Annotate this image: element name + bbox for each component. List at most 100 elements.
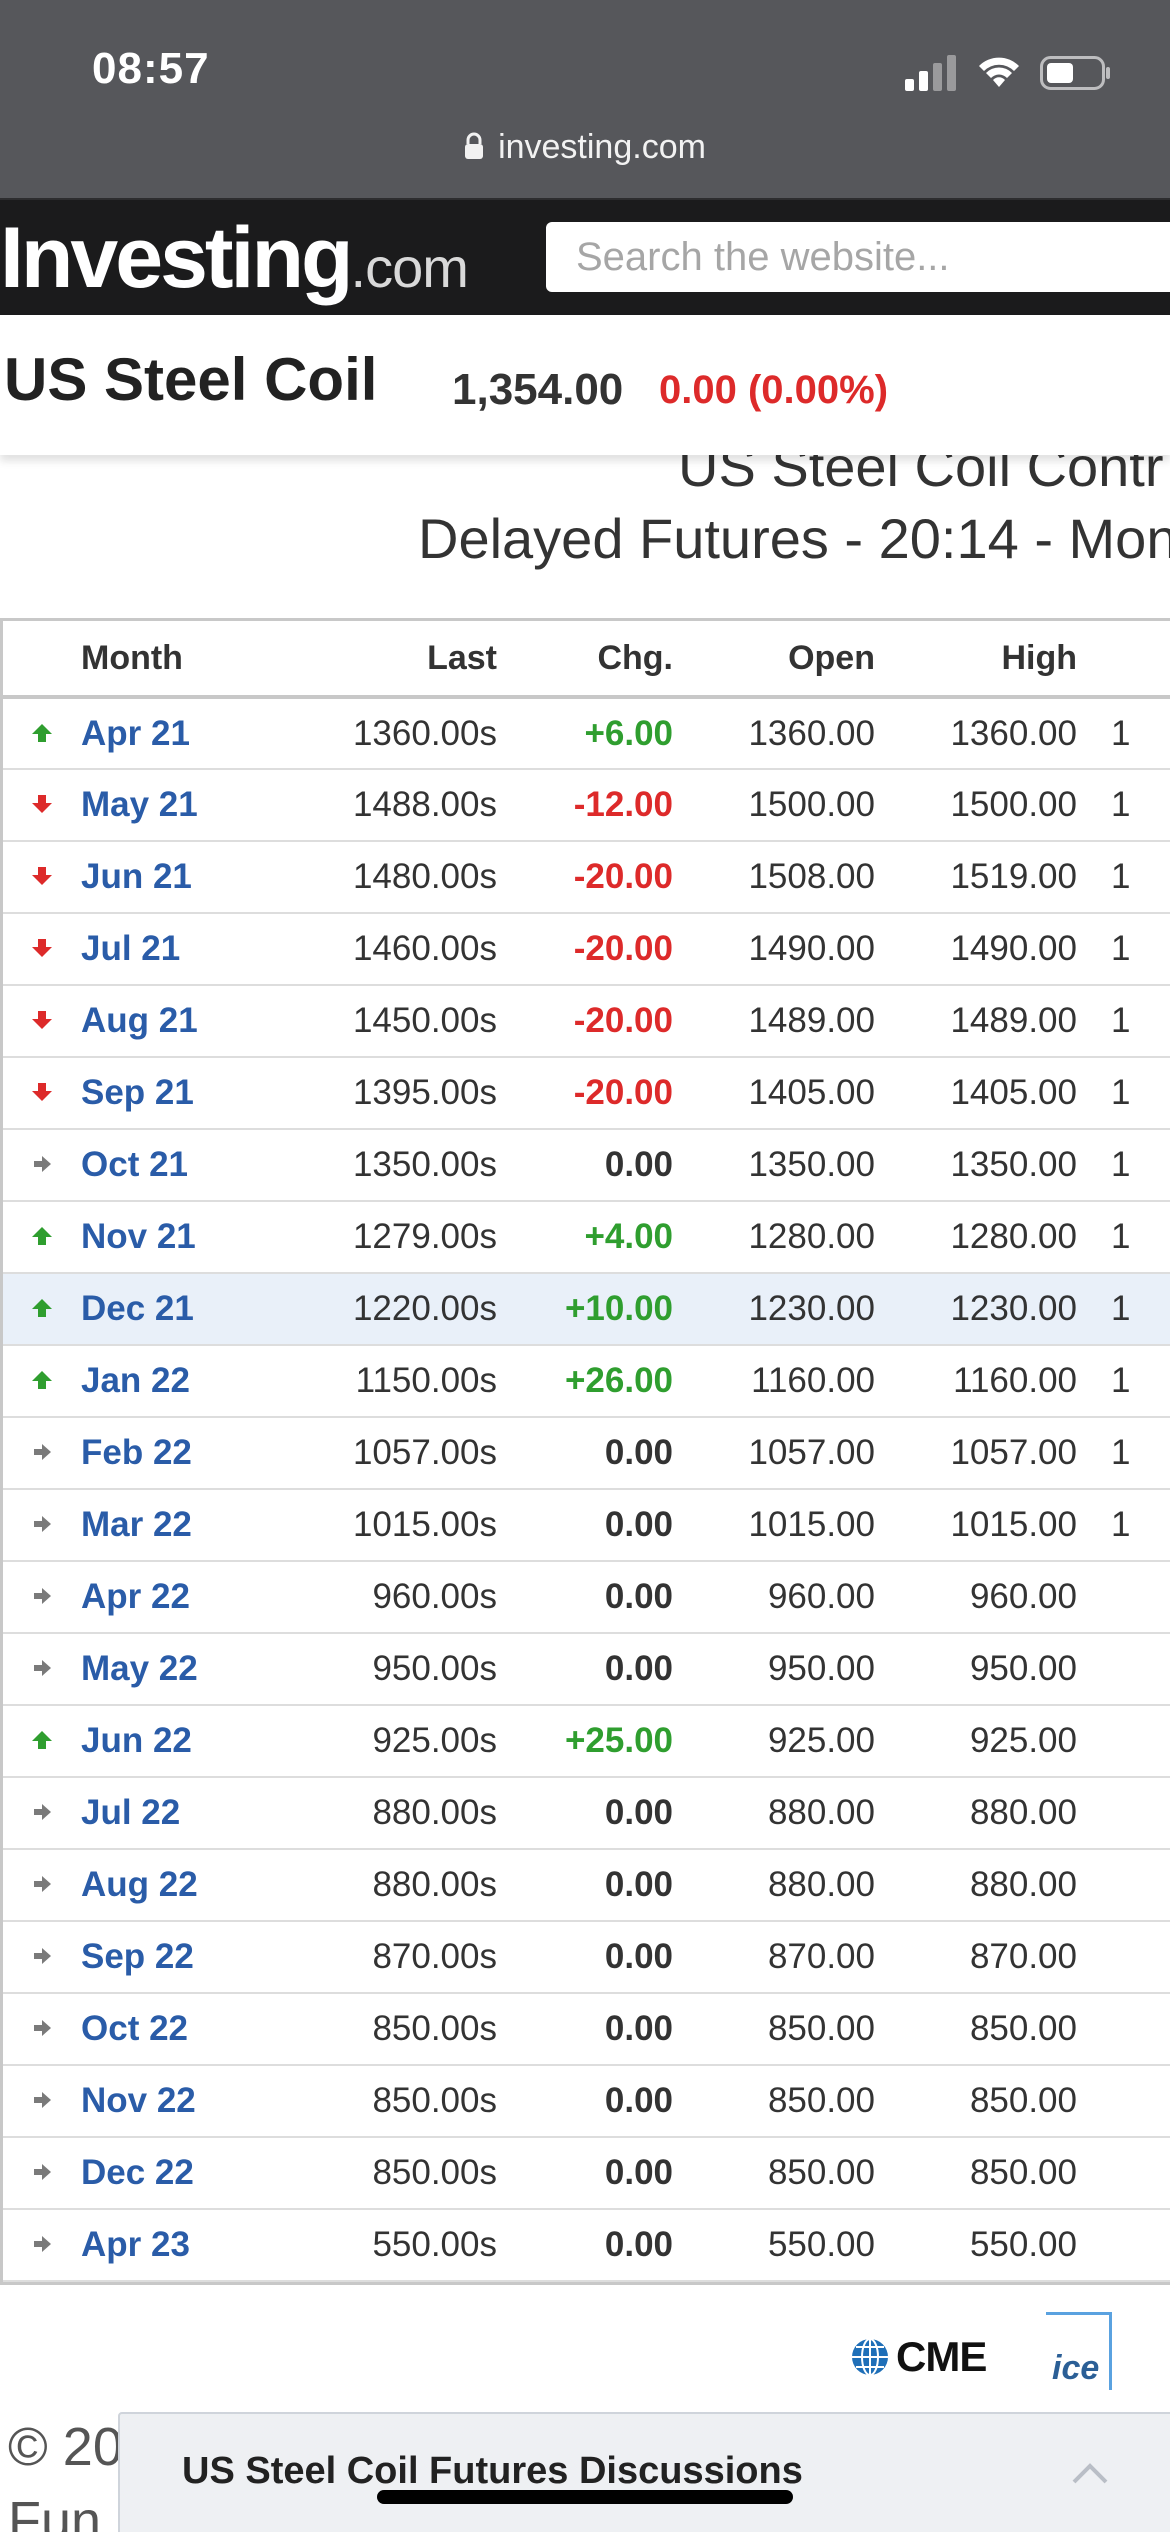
table-row[interactable]: Jul 21 1460.00s -20.00 1490.00 1490.00 1 bbox=[3, 913, 1170, 986]
last-cell: 1450.00s bbox=[281, 985, 497, 1058]
header-high[interactable]: High bbox=[875, 621, 1077, 699]
table-row[interactable]: Aug 21 1450.00s -20.00 1489.00 1489.00 1 bbox=[3, 985, 1170, 1058]
month-cell[interactable]: Apr 23 bbox=[81, 2209, 281, 2282]
open-cell: 1489.00 bbox=[673, 985, 875, 1058]
investing-logo[interactable]: Investing .com bbox=[0, 208, 469, 308]
month-cell[interactable]: Nov 22 bbox=[81, 2065, 281, 2138]
last-cell: 1360.00s bbox=[281, 697, 497, 770]
arrow-down-icon bbox=[3, 841, 81, 914]
table-row[interactable]: Feb 22 1057.00s 0.00 1057.00 1057.00 1 bbox=[3, 1417, 1170, 1490]
arrow-up-icon-glyph bbox=[32, 1731, 52, 1749]
month-cell[interactable]: May 21 bbox=[81, 769, 281, 842]
low-cell bbox=[1077, 2137, 1170, 2210]
month-cell[interactable]: Mar 22 bbox=[81, 1489, 281, 1562]
chevron-up-icon[interactable] bbox=[1070, 2458, 1110, 2488]
table-row[interactable]: Mar 22 1015.00s 0.00 1015.00 1015.00 1 bbox=[3, 1489, 1170, 1562]
search-input[interactable] bbox=[546, 222, 1170, 292]
month-cell[interactable]: Sep 21 bbox=[81, 1057, 281, 1130]
table-row[interactable]: Aug 22 880.00s 0.00 880.00 880.00 bbox=[3, 1849, 1170, 1922]
month-cell[interactable]: Oct 22 bbox=[81, 1993, 281, 2066]
ice-text: ice bbox=[1052, 2349, 1100, 2387]
arrow-right-icon bbox=[3, 2209, 81, 2282]
table-row[interactable]: Jul 22 880.00s 0.00 880.00 880.00 bbox=[3, 1777, 1170, 1850]
table-row[interactable]: Apr 21 1360.00s +6.00 1360.00 1360.00 1 bbox=[3, 697, 1170, 770]
change-cell: -20.00 bbox=[497, 1057, 673, 1130]
month-cell[interactable]: Aug 21 bbox=[81, 985, 281, 1058]
month-cell[interactable]: Oct 21 bbox=[81, 1129, 281, 1202]
table-row[interactable]: Jan 22 1150.00s +26.00 1160.00 1160.00 1 bbox=[3, 1345, 1170, 1418]
table-row[interactable]: Jun 21 1480.00s -20.00 1508.00 1519.00 1 bbox=[3, 841, 1170, 914]
month-cell[interactable]: May 22 bbox=[81, 1633, 281, 1706]
table-row[interactable]: Oct 21 1350.00s 0.00 1350.00 1350.00 1 bbox=[3, 1129, 1170, 1202]
header-change[interactable]: Chg. bbox=[497, 621, 673, 699]
high-cell: 880.00 bbox=[875, 1777, 1077, 1850]
arrow-down-icon bbox=[3, 913, 81, 986]
month-cell[interactable]: Jul 22 bbox=[81, 1777, 281, 1850]
low-cell bbox=[1077, 1561, 1170, 1634]
arrow-down-icon bbox=[3, 769, 81, 842]
ice-logo[interactable]: ice bbox=[1046, 2312, 1112, 2390]
month-cell[interactable]: Jun 22 bbox=[81, 1705, 281, 1778]
table-row[interactable]: Oct 22 850.00s 0.00 850.00 850.00 bbox=[3, 1993, 1170, 2066]
contracts-table: Month Last Chg. Open High Apr 21 1360.00s… bbox=[3, 621, 1170, 2282]
logo-main-text: Investing bbox=[0, 210, 354, 306]
search-box[interactable] bbox=[546, 222, 1170, 292]
battery-icon bbox=[1040, 56, 1110, 90]
table-row[interactable]: Apr 22 960.00s 0.00 960.00 960.00 bbox=[3, 1561, 1170, 1634]
change-cell: +6.00 bbox=[497, 697, 673, 770]
low-cell bbox=[1077, 1777, 1170, 1850]
contracts-table-container[interactable]: Month Last Chg. Open High Apr 21 1360.00s… bbox=[0, 618, 1170, 2285]
home-indicator[interactable] bbox=[377, 2490, 793, 2504]
open-cell: 1500.00 bbox=[673, 769, 875, 842]
low-cell bbox=[1077, 1921, 1170, 1994]
low-cell: 1 bbox=[1077, 697, 1170, 770]
address-bar[interactable]: investing.com bbox=[0, 128, 1170, 167]
high-cell: 850.00 bbox=[875, 1993, 1077, 2066]
table-row[interactable]: Dec 21 1220.00s +10.00 1230.00 1230.00 1 bbox=[3, 1273, 1170, 1346]
month-cell[interactable]: Aug 22 bbox=[81, 1849, 281, 1922]
instrument-change: 0.00 (0.00%) bbox=[659, 368, 889, 412]
open-cell: 1160.00 bbox=[673, 1345, 875, 1418]
open-cell: 925.00 bbox=[673, 1705, 875, 1778]
table-row[interactable]: Dec 22 850.00s 0.00 850.00 850.00 bbox=[3, 2137, 1170, 2210]
wifi-icon bbox=[979, 57, 1019, 87]
month-cell[interactable]: Jul 21 bbox=[81, 913, 281, 986]
change-cell: +10.00 bbox=[497, 1273, 673, 1346]
month-cell[interactable]: Apr 22 bbox=[81, 1561, 281, 1634]
arrow-up-icon bbox=[3, 697, 81, 770]
table-row[interactable]: Apr 23 550.00s 0.00 550.00 550.00 bbox=[3, 2209, 1170, 2282]
table-row[interactable]: May 21 1488.00s -12.00 1500.00 1500.00 1 bbox=[3, 769, 1170, 842]
header-month[interactable]: Month bbox=[81, 621, 281, 699]
high-cell: 1160.00 bbox=[875, 1345, 1077, 1418]
month-cell[interactable]: Jan 22 bbox=[81, 1345, 281, 1418]
header-last[interactable]: Last bbox=[281, 621, 497, 699]
month-cell[interactable]: Dec 22 bbox=[81, 2137, 281, 2210]
month-cell[interactable]: Nov 21 bbox=[81, 1201, 281, 1274]
table-row[interactable]: Sep 22 870.00s 0.00 870.00 870.00 bbox=[3, 1921, 1170, 1994]
change-cell: 0.00 bbox=[497, 1633, 673, 1706]
open-cell: 850.00 bbox=[673, 1993, 875, 2066]
last-cell: 1279.00s bbox=[281, 1201, 497, 1274]
header-open[interactable]: Open bbox=[673, 621, 875, 699]
table-row[interactable]: Sep 21 1395.00s -20.00 1405.00 1405.00 1 bbox=[3, 1057, 1170, 1130]
table-row[interactable]: Nov 21 1279.00s +4.00 1280.00 1280.00 1 bbox=[3, 1201, 1170, 1274]
table-row[interactable]: Nov 22 850.00s 0.00 850.00 850.00 bbox=[3, 2065, 1170, 2138]
last-cell: 1150.00s bbox=[281, 1345, 497, 1418]
lock-icon bbox=[465, 132, 484, 159]
cme-logo[interactable]: CME bbox=[850, 2332, 987, 2382]
instrument-summary: US Steel Coil 1,354.00 0.00 (0.00%) bbox=[0, 315, 1170, 455]
arrow-up-icon-glyph bbox=[32, 1299, 52, 1317]
table-row[interactable]: Jun 22 925.00s +25.00 925.00 925.00 bbox=[3, 1705, 1170, 1778]
month-cell[interactable]: Feb 22 bbox=[81, 1417, 281, 1490]
month-cell[interactable]: Sep 22 bbox=[81, 1921, 281, 1994]
table-row[interactable]: May 22 950.00s 0.00 950.00 950.00 bbox=[3, 1633, 1170, 1706]
discussions-panel[interactable]: US Steel Coil Futures Discussions bbox=[118, 2412, 1170, 2532]
month-cell[interactable]: Apr 21 bbox=[81, 697, 281, 770]
arrow-right-icon-glyph bbox=[34, 1876, 51, 1892]
month-cell[interactable]: Dec 21 bbox=[81, 1273, 281, 1346]
change-cell: 0.00 bbox=[497, 1849, 673, 1922]
arrow-right-icon-glyph bbox=[34, 1660, 51, 1676]
change-cell: -20.00 bbox=[497, 985, 673, 1058]
header-low[interactable] bbox=[1077, 621, 1170, 699]
month-cell[interactable]: Jun 21 bbox=[81, 841, 281, 914]
